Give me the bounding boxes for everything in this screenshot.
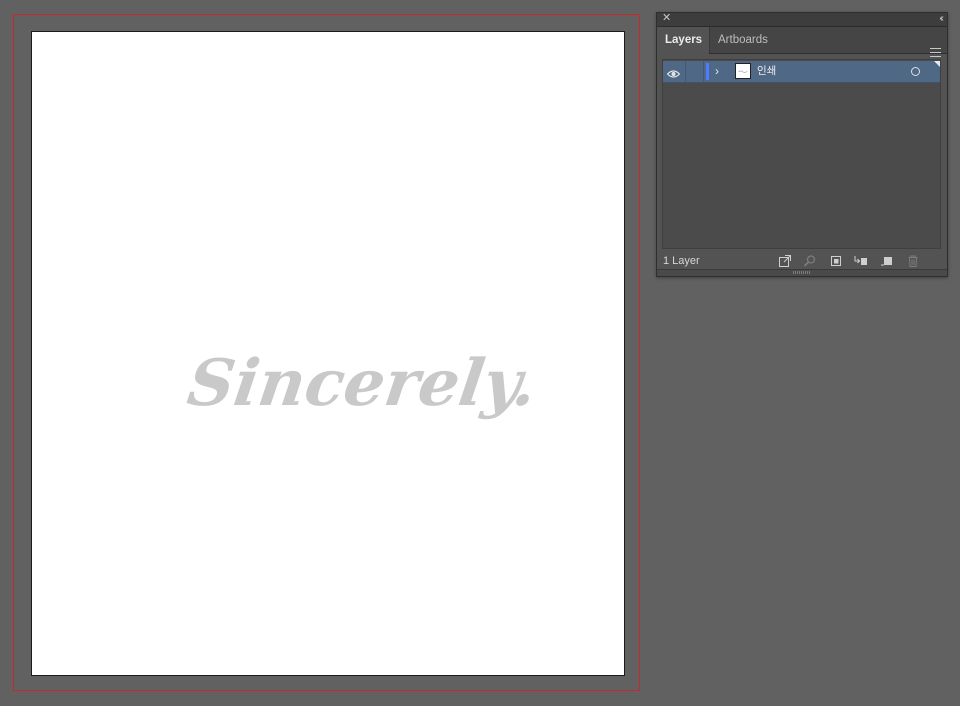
layer-name[interactable]: 인쇄 — [757, 61, 776, 82]
layers-list: › 인쇄 — [662, 59, 941, 249]
sincerely-lettering: Sincerely. — [183, 346, 541, 421]
column-divider — [685, 61, 686, 82]
export-icon[interactable] — [777, 253, 793, 269]
locate-object-icon[interactable] — [802, 253, 818, 269]
panel-tabbar: Layers Artboards — [657, 27, 947, 57]
sincerely-artwork[interactable]: Sincerely. — [183, 287, 541, 432]
close-icon[interactable]: ✕ — [662, 12, 671, 25]
target-circle-icon[interactable] — [911, 67, 920, 76]
column-divider — [703, 61, 704, 82]
eye-icon[interactable] — [666, 66, 681, 78]
hamburger-icon[interactable] — [930, 48, 941, 57]
tab-artboards[interactable]: Artboards — [709, 27, 779, 53]
create-sublayer-icon[interactable] — [853, 253, 869, 269]
selection-indicator-icon — [934, 61, 940, 67]
artboard[interactable]: Sincerely. — [31, 31, 625, 676]
panel-titlebar[interactable]: ✕ ‹‹ — [657, 12, 947, 27]
layer-row[interactable]: › 인쇄 — [663, 61, 940, 83]
layer-thumbnail — [735, 63, 751, 79]
delete-icon[interactable] — [905, 253, 921, 269]
layers-panel: ✕ ‹‹ Layers Artboards › 인쇄 1 Layer — [656, 12, 948, 277]
layer-count: 1 Layer — [663, 255, 700, 267]
artwork-text: Sincerely. — [183, 346, 541, 421]
collapse-panel-icon[interactable]: ‹‹ — [939, 12, 943, 25]
create-new-layer-icon[interactable] — [880, 253, 896, 269]
tab-layers[interactable]: Layers — [657, 27, 709, 54]
layer-color-bar — [706, 63, 709, 80]
chevron-right-icon[interactable]: › — [715, 64, 719, 78]
make-clipping-mask-icon[interactable] — [828, 253, 844, 269]
panel-resize-grip[interactable] — [657, 269, 947, 276]
